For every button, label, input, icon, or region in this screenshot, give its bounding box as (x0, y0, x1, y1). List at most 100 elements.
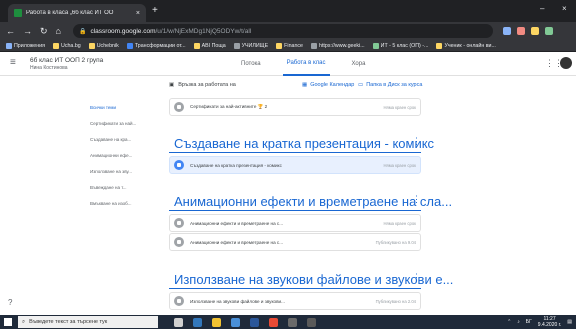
topic-divider (169, 288, 421, 289)
bookmark[interactable]: Ucha.bg (53, 42, 81, 49)
url-path: /u/1/w/NjExMDg1NjQ5ODYw/t/all (155, 27, 252, 35)
back-arrow-icon[interactable]: ← (6, 26, 15, 36)
drive-folder-link[interactable]: ▭ Папка в Диск за курса (358, 82, 422, 88)
more-options-icon[interactable]: ⋮ (412, 194, 421, 205)
bookmark[interactable]: ИТ - 5 клас (ОП) -... (372, 42, 428, 49)
folder-icon (436, 42, 443, 49)
sidebar-topic-all[interactable]: Всички теми (90, 104, 150, 120)
mail-icon (193, 42, 200, 49)
list-item[interactable]: Сертификати за най-активните 🏆 2 Няма кр… (169, 98, 421, 116)
help-icon[interactable]: ? (8, 298, 12, 307)
topic-title[interactable]: Създаване на кратка презентация - комикс (174, 136, 434, 151)
extension-icon[interactable] (544, 27, 553, 35)
forward-arrow-icon[interactable]: → (23, 26, 32, 36)
tab-people[interactable]: Хора (348, 52, 370, 76)
sidebar-topic[interactable]: Въвеждане на т... (90, 184, 150, 200)
notifications-icon[interactable]: ▤ (567, 319, 572, 325)
edge-icon[interactable] (193, 317, 202, 327)
site-icon (233, 42, 240, 49)
taskbar-search-input[interactable]: ⌕ Въведете текст за търсене тук (18, 316, 158, 328)
topic-title[interactable]: Анимационни ефекти и времетраене на сла.… (174, 194, 452, 209)
apps-grid-icon (6, 42, 12, 49)
site-icon (372, 42, 379, 49)
item-date: Няма краен срок (383, 220, 416, 226)
extension-icon[interactable] (516, 27, 525, 35)
search-icon: ⌕ (22, 318, 26, 325)
new-tab-button[interactable]: + (152, 5, 158, 16)
bookmark[interactable]: ABI Поща (193, 42, 226, 49)
chrome-icon[interactable] (269, 317, 278, 327)
assignment-icon (174, 102, 184, 112)
more-options-icon[interactable]: ⋮ (412, 136, 421, 147)
lock-icon: 🔒 (78, 28, 87, 35)
app-icon[interactable] (307, 317, 316, 327)
material-icon (174, 237, 184, 247)
classroom-nav-tabs: Потока Работа в клас Хора (237, 52, 369, 76)
item-date: Няма краен срок (383, 104, 416, 110)
network-icon[interactable]: ⌃ (507, 319, 511, 325)
volume-icon[interactable]: ♪ (517, 319, 520, 325)
menu-icon[interactable]: ≡ (10, 57, 16, 68)
avatar[interactable] (560, 57, 572, 69)
item-title: Анимационни ефекти и времетраене на с... (190, 239, 284, 245)
clock[interactable]: 11:27 9.4.2020 г. (538, 316, 561, 328)
classwork-actions: ▣ Връзка за работата на ▦ Google Календа… (0, 76, 576, 96)
windows-taskbar: ⌕ Въведете текст за търсене тук ⌃ ♪ БГ 1… (0, 315, 576, 329)
list-item[interactable]: Създаване на кратка презентация - комикс… (169, 156, 421, 174)
bookmark[interactable]: УЧИЛИЩЕ (233, 42, 268, 49)
windows-start-icon[interactable] (4, 318, 12, 326)
class-name[interactable]: 6б клас ИТ ООП 2 група (30, 57, 103, 64)
folder-icon (88, 42, 95, 49)
list-item[interactable]: Анимационни ефекти и времетраене на с...… (169, 233, 421, 251)
browser-tab[interactable]: Работа в класа „6б клас ИТ ОО × (8, 4, 146, 22)
bookmarks-bar: Приложения Ucha.bg Uchebnik Трансформаци… (0, 40, 576, 52)
more-options-icon[interactable]: ⋮ (412, 272, 421, 283)
address-bar[interactable]: 🔒 classroom.google.com /u/1/w/NjExMDg1Nj… (72, 24, 493, 38)
sidebar-topic[interactable]: Използване на зву... (90, 168, 150, 184)
bookmark-apps[interactable]: Приложения (6, 42, 45, 49)
window-close-button[interactable]: × (562, 4, 567, 13)
extension-icon[interactable] (530, 27, 539, 35)
bookmark[interactable]: Finance (276, 42, 303, 49)
topic-divider (169, 152, 421, 153)
task-view-icon[interactable] (174, 317, 183, 327)
sidebar-topic[interactable]: Анимационни ефе... (90, 152, 150, 168)
meet-icon: ▣ (169, 82, 175, 88)
tab-close-button[interactable]: × (136, 10, 140, 17)
assignment-icon (174, 160, 184, 170)
item-date: Няма краен срок (383, 162, 416, 168)
store-icon[interactable] (231, 317, 240, 327)
folder-icon (53, 42, 59, 49)
language-indicator[interactable]: БГ (526, 319, 532, 325)
tab-classwork[interactable]: Работа в клас (282, 52, 330, 76)
bookmark[interactable]: Uchebnik (88, 42, 119, 49)
window-minimize-button[interactable]: – (540, 4, 544, 13)
bookmark[interactable]: Ученик - онлайн ви... (436, 42, 496, 49)
url-domain: classroom.google.com (90, 27, 156, 35)
system-tray: ⌃ ♪ БГ 11:27 9.4.2020 г. ▤ (507, 316, 572, 328)
taskbar-apps (174, 317, 316, 327)
sidebar-topic[interactable]: Създаване на кра... (90, 136, 150, 152)
bookmark[interactable]: https://www.geeki... (311, 42, 365, 49)
camera-icon[interactable] (288, 317, 297, 327)
item-title: Анимационни ефекти и времетраене на с... (190, 220, 284, 226)
tab-title: Работа в класа „6б клас ИТ ОО (26, 10, 114, 16)
mail-icon[interactable] (250, 317, 259, 327)
extension-icon[interactable] (502, 27, 511, 35)
meet-link[interactable]: ▣ Връзка за работата на (169, 82, 236, 88)
item-title: Създаване на кратка презентация - комикс (190, 162, 282, 168)
material-icon (174, 296, 184, 306)
teacher-name: Нина Костинова (30, 65, 68, 71)
bookmark[interactable]: Трансформации от... (126, 42, 186, 49)
home-icon[interactable]: ⌂ (56, 26, 61, 36)
list-item[interactable]: Използване на звукови файлове и звукови.… (169, 292, 421, 310)
calendar-link[interactable]: ▦ Google Календар (302, 82, 354, 88)
sidebar-topic[interactable]: Вмъкване на изоб... (90, 200, 150, 216)
list-item[interactable]: Анимационни ефекти и времетраене на с...… (169, 214, 421, 232)
tab-stream[interactable]: Потока (237, 52, 265, 76)
reload-icon[interactable]: ↻ (40, 26, 48, 37)
browser-tab-bar: Работа в класа „6б клас ИТ ОО × + – × (0, 0, 576, 22)
sidebar-topic[interactable]: Сертификати за най... (90, 120, 150, 136)
file-explorer-icon[interactable] (212, 317, 221, 327)
assignment-icon (174, 218, 184, 228)
